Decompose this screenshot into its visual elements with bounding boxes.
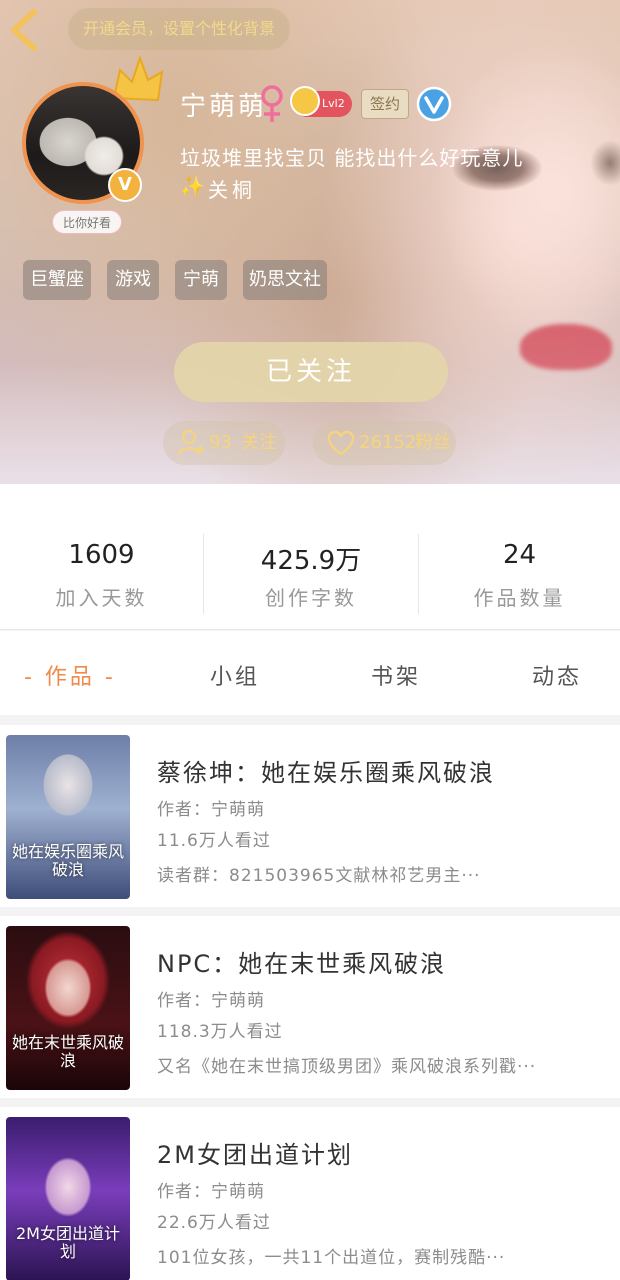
- profile-page: 开通会员，设置个性化背景 V 比你好看 宁萌萌 Lvl2 签约 垃圾堆里找宝贝 …: [0, 0, 620, 1280]
- cover-title: 她在娱乐圈乘风破浪: [12, 842, 125, 879]
- tab-bar: - 作品 - 小组 书架 动态: [0, 631, 620, 715]
- work-item[interactable]: 她在末世乘风破浪 NPC：她在末世乘风破浪 作者：宁萌萌 118.3万人看过 又…: [0, 916, 620, 1098]
- bio-text: 垃圾堆里找宝贝 能找出什么好玩意儿: [180, 146, 524, 170]
- work-title[interactable]: 2M女团出道计划: [157, 1135, 353, 1170]
- work-views: 22.6万人看过: [157, 1213, 271, 1233]
- work-author: 作者：宁萌萌: [157, 1182, 265, 1202]
- vip-background-prompt[interactable]: 开通会员，设置个性化背景: [68, 8, 290, 50]
- user-add-icon: [177, 429, 204, 456]
- work-views: 11.6万人看过: [157, 831, 271, 851]
- fans-label: 粉丝: [415, 432, 451, 453]
- stat-works: 24 作品数量: [419, 484, 620, 630]
- stat-words: 425.9万 创作字数: [204, 484, 418, 630]
- tag-chip[interactable]: 游戏: [107, 260, 159, 300]
- signed-badge: 签约: [361, 89, 409, 119]
- tab-works[interactable]: - 作品 -: [24, 659, 116, 691]
- sparkle-icon: ✨: [180, 174, 205, 198]
- background-overlay: [0, 0, 620, 484]
- female-gender-icon: [261, 85, 283, 122]
- work-item[interactable]: 2M女团出道计划 2M女团出道计划 作者：宁萌萌 22.6万人看过 101位女孩…: [0, 1107, 620, 1280]
- works-list: 她在娱乐圈乘风破浪 蔡徐坤：她在娱乐圈乘风破浪 作者：宁萌萌 11.6万人看过 …: [0, 725, 620, 1280]
- tab-groups[interactable]: 小组: [210, 659, 260, 691]
- book-cover[interactable]: 2M女团出道计划: [6, 1117, 130, 1280]
- fans-button[interactable]: 26152 粉丝: [313, 421, 456, 465]
- work-description: 读者群：821503965文献林祁艺男主···: [157, 866, 481, 886]
- work-description: 101位女孩，一共11个出道位，赛制残酷···: [157, 1248, 506, 1268]
- level-crown-icon: [290, 86, 320, 116]
- tag-chip[interactable]: 巨蟹座: [23, 260, 91, 300]
- stat-label: 加入天数: [55, 586, 148, 610]
- stat-label: 作品数量: [473, 586, 566, 610]
- cover-title: 2M女团出道计划: [16, 1224, 120, 1261]
- avatar-vip-badge: V: [108, 168, 142, 202]
- book-cover[interactable]: 她在末世乘风破浪: [6, 926, 130, 1090]
- tab-activity[interactable]: 动态: [532, 659, 582, 691]
- fans-count: 26152: [359, 432, 417, 453]
- following-label: 关注: [241, 432, 277, 453]
- stats-row: 1609 加入天数 425.9万 创作字数 24 作品数量: [0, 484, 620, 630]
- work-author: 作者：宁萌萌: [157, 991, 265, 1011]
- stat-value: 1609: [68, 540, 135, 570]
- follow-button[interactable]: 已关注: [174, 342, 448, 402]
- work-item[interactable]: 她在娱乐圈乘风破浪 蔡徐坤：她在娱乐圈乘风破浪 作者：宁萌萌 11.6万人看过 …: [0, 725, 620, 907]
- stat-value: 24: [502, 540, 537, 570]
- work-views: 118.3万人看过: [157, 1022, 283, 1042]
- following-count: 93: [209, 432, 232, 453]
- tag-chip[interactable]: 奶思文社: [243, 260, 327, 300]
- work-title[interactable]: NPC：她在末世乘风破浪: [157, 944, 446, 979]
- username: 宁萌萌: [180, 92, 268, 122]
- stat-label: 创作字数: [265, 586, 357, 610]
- work-description: 又名《她在末世搞顶级男团》乘风破浪系列戳···: [157, 1057, 537, 1077]
- back-arrow-icon[interactable]: [6, 8, 42, 52]
- work-author: 作者：宁萌萌: [157, 800, 265, 820]
- avatar-caption: 比你好看: [52, 210, 122, 234]
- heart-icon: [327, 430, 355, 456]
- cover-title: 她在末世乘风破浪: [12, 1033, 125, 1070]
- tab-bookshelf[interactable]: 书架: [371, 659, 421, 691]
- tag-chip[interactable]: 宁萌: [175, 260, 227, 300]
- stat-value: 425.9万: [260, 546, 362, 576]
- book-cover[interactable]: 她在娱乐圈乘风破浪: [6, 735, 130, 899]
- verified-icon: [416, 86, 452, 122]
- stat-days: 1609 加入天数: [0, 484, 203, 630]
- bio-text: 关桐: [208, 178, 256, 202]
- work-title[interactable]: 蔡徐坤：她在娱乐圈乘风破浪: [157, 753, 495, 788]
- following-button[interactable]: 93 关注: [163, 421, 285, 465]
- profile-header: 开通会员，设置个性化背景 V 比你好看 宁萌萌 Lvl2 签约 垃圾堆里找宝贝 …: [0, 0, 620, 484]
